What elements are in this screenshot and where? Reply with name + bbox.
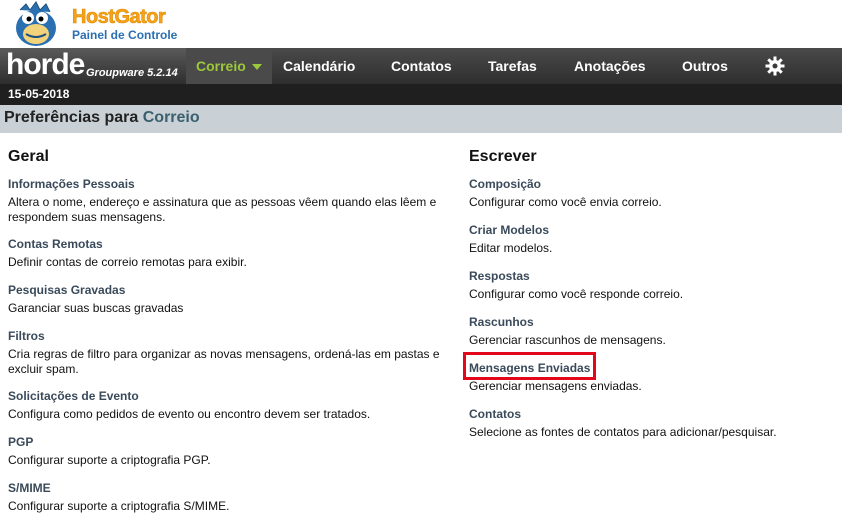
pref-description: Configura como pedidos de evento ou enco… [8,407,371,421]
hostgator-header: HostGator Painel de Controle [0,0,842,48]
pref-description: Definir contas de correio remotas para e… [8,255,247,269]
menu-anotacoes[interactable]: Anotações [564,48,670,107]
pref-item: Composição Configurar como você envia co… [469,177,829,210]
horde-wordmark: horde [6,48,85,81]
pref-link-criar-modelos[interactable]: Criar Modelos [469,223,829,237]
hostgator-logo-icon [16,1,56,46]
pref-description: Gerenciar mensagens enviadas. [469,379,642,393]
pref-description: Configurar suporte a criptografia S/MIME… [8,499,230,513]
pref-link-respostas[interactable]: Respostas [469,269,829,283]
pref-description: Altera o nome, endereço e assinatura que… [8,195,437,224]
menu-label: Calendário [283,58,356,74]
pref-description: Selecione as fontes de contatos para adi… [469,425,777,439]
version-label: Groupware 5.2.14 [86,67,178,79]
menu-label: Outros [682,58,728,74]
chevron-down-icon [251,64,262,71]
pref-item: Contatos Selecione as fontes de contatos… [469,407,829,440]
menu-calendario[interactable]: Calendário [273,48,377,107]
section-heading-geral: Geral [8,148,49,165]
pref-link-contas-remotas[interactable]: Contas Remotas [8,237,448,251]
menu-label: Contatos [391,58,452,74]
brand-subtitle: Painel de Controle [72,28,178,42]
pref-link-rascunhos[interactable]: Rascunhos [469,315,829,329]
pref-description: Garanciar suas buscas gravadas [8,301,184,315]
pref-item: Respostas Configurar como você responde … [469,269,829,302]
pref-link-smime[interactable]: S/MIME [8,481,448,495]
pref-link-pgp[interactable]: PGP [8,435,448,449]
page-title-prefix: Preferências para [4,109,143,126]
pref-item: PGP Configurar suporte a criptografia PG… [8,435,448,468]
pref-item: Informações Pessoais Altera o nome, ende… [8,177,448,225]
pref-description: Configurar suporte a criptografia PGP. [8,453,211,467]
menu-label: Anotações [574,58,646,74]
gear-icon[interactable] [765,56,785,76]
section-heading-escrever: Escrever [469,148,537,165]
brand-name: HostGator [72,6,166,29]
pref-item: Pesquisas Gravadas Garanciar suas buscas… [8,283,448,316]
menu-outros[interactable]: Outros [672,48,752,107]
pref-description: Editar modelos. [469,241,553,255]
pref-item: Filtros Cria regras de filtro para organ… [8,329,448,377]
menu-tarefas[interactable]: Tarefas [478,48,562,107]
pref-description: Gerenciar rascunhos de mensagens. [469,333,666,347]
page-title: Preferências para Correio [0,105,842,133]
pref-description: Configurar como você envia correio. [469,195,662,209]
pref-link-solicitacoes-de-evento[interactable]: Solicitações de Evento [8,389,448,403]
pref-link-informacoes-pessoais[interactable]: Informações Pessoais [8,177,448,191]
date-bar: 15-05-2018 [0,84,842,105]
pref-link-pesquisas-gravadas[interactable]: Pesquisas Gravadas [8,283,448,297]
pref-item: Criar Modelos Editar modelos. [469,223,829,256]
menu-contatos[interactable]: Contatos [381,48,473,107]
main-navbar: horde Groupware 5.2.14 Correio Calendári… [0,48,842,107]
pref-link-contatos[interactable]: Contatos [469,407,829,421]
pref-item: Solicitações de Evento Configura como pe… [8,389,448,422]
pref-link-filtros[interactable]: Filtros [8,329,448,343]
pref-item: S/MIME Configurar suporte a criptografia… [8,481,448,514]
pref-item: Rascunhos Gerenciar rascunhos de mensage… [469,315,829,348]
pref-description: Configurar como você responde correio. [469,287,684,301]
horde-logo[interactable]: horde Groupware 5.2.14 [0,48,186,84]
menu-label: Tarefas [488,58,537,74]
menu-correio[interactable]: Correio [186,48,272,84]
pref-link-composicao[interactable]: Composição [469,177,829,191]
highlight-box [463,352,596,380]
pref-description: Cria regras de filtro para organizar as … [8,347,440,376]
page-title-app: Correio [142,109,200,126]
menu-label: Correio [196,58,246,74]
pref-item: Contas Remotas Definir contas de correio… [8,237,448,270]
